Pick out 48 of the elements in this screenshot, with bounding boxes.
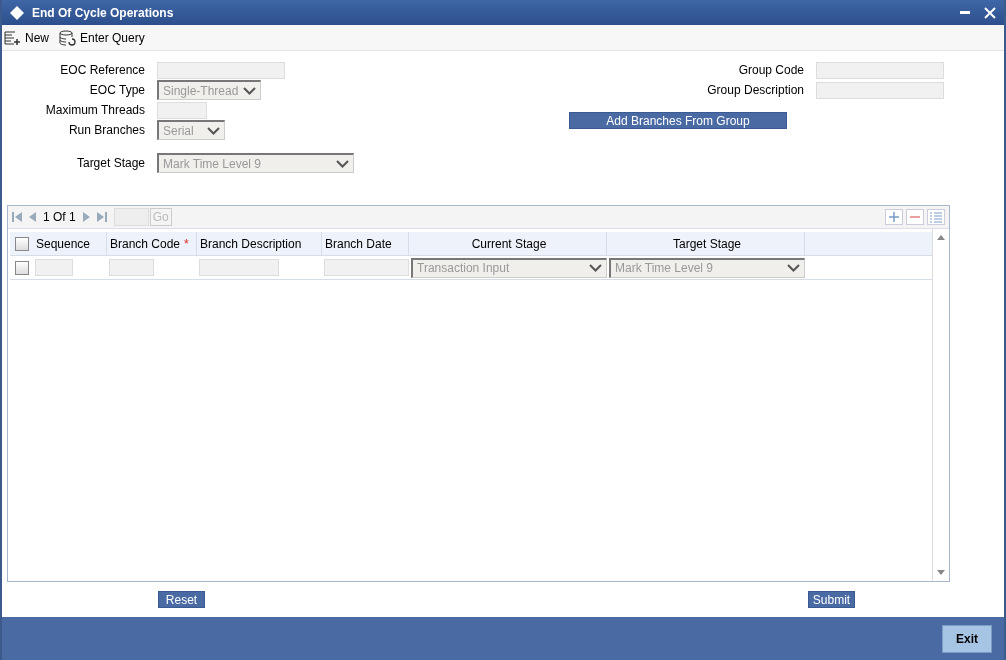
next-page-icon[interactable]: [82, 212, 90, 222]
input-field[interactable]: [324, 259, 409, 276]
previous-page-icon[interactable]: [29, 212, 36, 222]
row-checkbox[interactable]: [14, 260, 29, 275]
chevron-down-icon: [589, 264, 602, 272]
required-mark: *: [184, 236, 189, 251]
close-icon[interactable]: [984, 6, 996, 19]
minimize-icon[interactable]: [960, 10, 970, 15]
submit-button[interactable]: Submit: [808, 591, 855, 608]
list-icon[interactable]: [927, 209, 945, 225]
column-header: Branch Description: [200, 236, 302, 251]
reset-button[interactable]: Reset: [158, 591, 205, 608]
diamond-icon: [10, 5, 24, 20]
database-icon: [59, 29, 77, 46]
column-header: Branch Date: [325, 236, 392, 251]
field-label: Group Description: [706, 83, 804, 97]
first-page-icon[interactable]: [12, 212, 22, 222]
chevron-down-icon: [243, 86, 256, 95]
select-all-checkbox[interactable]: [14, 236, 29, 251]
field-label: Run Branches: [67, 123, 145, 137]
new-document-icon: [4, 29, 22, 46]
delete-row-icon[interactable]: [906, 209, 924, 225]
exit-button[interactable]: Exit: [942, 624, 992, 653]
add-row-icon[interactable]: [885, 209, 903, 225]
last-page-icon[interactable]: [96, 212, 107, 222]
column-header: Sequence: [36, 236, 91, 251]
field-label: Group Code: [737, 63, 804, 77]
page-input[interactable]: [113, 208, 149, 226]
enter-query-button[interactable]: Enter Query: [57, 29, 147, 46]
scroll-up-icon[interactable]: [937, 235, 945, 240]
input-field[interactable]: [199, 259, 279, 276]
new-button[interactable]: New: [2, 29, 51, 46]
page-indicator: 1 Of 1: [43, 210, 76, 224]
scroll-down-icon[interactable]: [937, 570, 945, 575]
input-field[interactable]: [109, 259, 154, 276]
field-label: Target Stage: [75, 156, 145, 170]
column-header: Current Stage: [471, 236, 547, 251]
column-header: Target Stage: [672, 236, 741, 251]
chevron-down-icon: [336, 159, 349, 168]
add-branches-button[interactable]: Add Branches From Group: [569, 112, 787, 129]
input-field[interactable]: [35, 259, 73, 276]
field-label: Maximum Threads: [44, 103, 145, 117]
window-title: End Of Cycle Operations: [32, 5, 174, 20]
field-label: EOC Type: [88, 83, 145, 97]
column-header: Branch Code: [110, 236, 181, 251]
chevron-down-icon: [787, 264, 800, 272]
chevron-down-icon: [207, 126, 220, 135]
field-label: EOC Reference: [59, 63, 145, 77]
